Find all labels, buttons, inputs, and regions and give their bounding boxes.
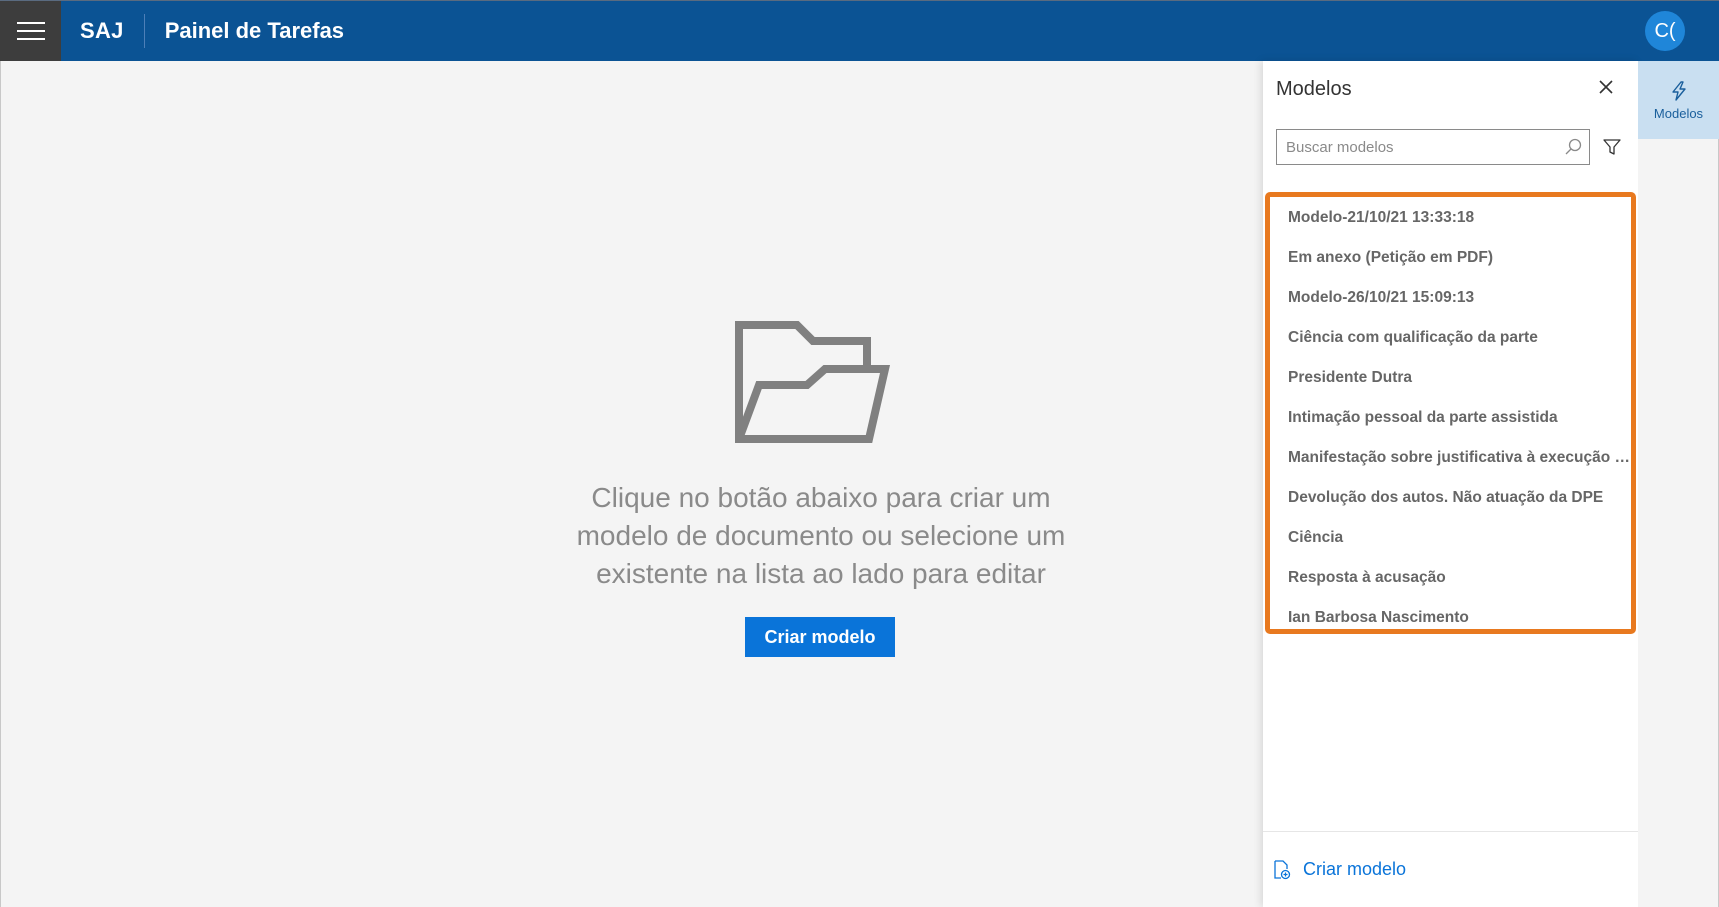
search-input[interactable] — [1277, 130, 1557, 164]
header-divider — [143, 14, 145, 48]
side-rail: Modelos — [1638, 61, 1719, 907]
brand-logo[interactable]: SAJ — [80, 18, 124, 44]
user-avatar[interactable]: C( — [1645, 11, 1685, 51]
panel-title: Modelos — [1276, 78, 1352, 100]
list-item[interactable]: Modelo-26/10/21 15:09:13 — [1288, 278, 1636, 318]
list-item[interactable]: Presidente Dutra — [1288, 358, 1636, 398]
app-header: SAJ Painel de Tarefas C( — [0, 0, 1719, 61]
search-icon[interactable] — [1563, 137, 1583, 157]
list-item[interactable]: Ciência — [1288, 518, 1636, 558]
rail-tab-models[interactable]: Modelos — [1638, 61, 1719, 139]
list-item[interactable]: Devolução dos autos. Não atuação da DPE — [1288, 478, 1636, 518]
list-item[interactable]: Modelo-21/10/21 13:33:18 — [1288, 198, 1636, 238]
models-list-highlight: Modelo-21/10/21 13:33:18 Em anexo (Petiç… — [1265, 192, 1636, 634]
main-content: Clique no botão abaixo para criar um mod… — [0, 61, 1262, 907]
rail-tab-label: Modelos — [1653, 105, 1704, 121]
list-item[interactable]: Intimação pessoal da parte assistida — [1288, 398, 1636, 438]
list-item[interactable]: Manifestação sobre justificativa à execu… — [1288, 438, 1636, 478]
create-model-button[interactable]: Criar modelo — [745, 617, 895, 657]
add-document-icon — [1274, 859, 1291, 879]
close-icon[interactable] — [1594, 75, 1618, 99]
folder-open-icon — [735, 321, 891, 443]
filter-icon[interactable] — [1601, 136, 1623, 158]
create-model-link[interactable]: Criar modelo — [1263, 831, 1638, 907]
models-list: Modelo-21/10/21 13:33:18 Em anexo (Petiç… — [1288, 197, 1636, 638]
hamburger-menu-icon[interactable] — [0, 1, 61, 61]
lightning-icon — [1671, 80, 1686, 101]
list-item[interactable]: Ian Barbosa Nascimento — [1288, 598, 1636, 638]
list-item[interactable]: Ciência com qualificação da parte — [1288, 318, 1636, 358]
list-item[interactable]: Em anexo (Petição em PDF) — [1288, 238, 1636, 278]
empty-state-message: Clique no botão abaixo para criar um mod… — [576, 482, 1066, 589]
list-item[interactable]: Resposta à acusação — [1288, 558, 1636, 598]
models-panel: Modelos Modelo-21/10/21 13:33:18 Em anex… — [1263, 61, 1638, 907]
search-field — [1276, 129, 1590, 165]
create-model-label: Criar modelo — [1303, 859, 1407, 879]
page-title: Painel de Tarefas — [164, 18, 345, 43]
